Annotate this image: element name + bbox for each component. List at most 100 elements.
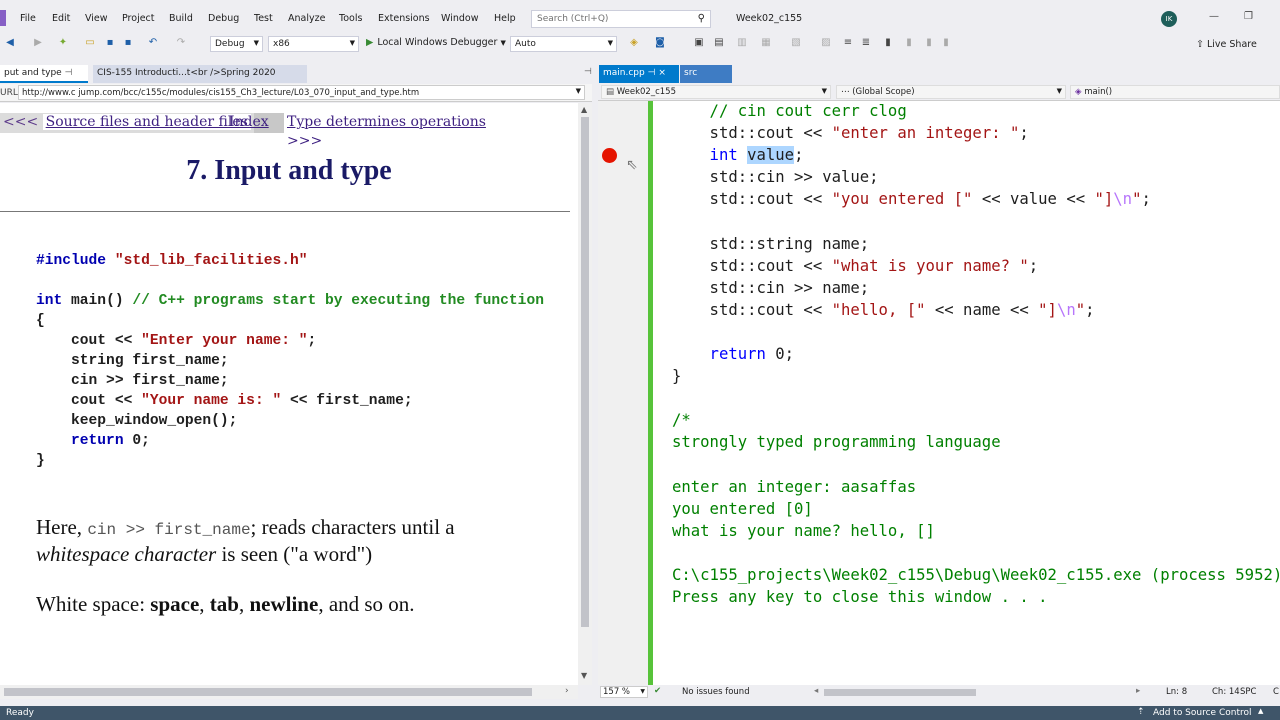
code-text: ; — [1085, 301, 1095, 319]
nav-index-link[interactable]: Index — [229, 113, 269, 133]
menu-test[interactable]: Test — [254, 13, 273, 24]
screenshot-icon[interactable]: ◙ — [654, 37, 666, 49]
scroll-right-icon[interactable]: › — [565, 686, 569, 696]
menu-analyze[interactable]: Analyze — [288, 13, 325, 24]
comment-icon[interactable]: ≡ — [842, 37, 854, 49]
new-project-icon[interactable]: ✦ — [57, 37, 69, 49]
open-folder-icon[interactable]: ▭ — [84, 37, 96, 49]
code-line: std::cout << "hello, [" << name << "]\n"… — [672, 301, 1095, 319]
scroll-thumb[interactable] — [4, 688, 532, 696]
scroll-up-icon[interactable]: ▲ — [581, 105, 587, 114]
search-box[interactable]: Search (Ctrl+Q) ⚲ — [531, 10, 711, 28]
editor-horizontal-scroll-thumb[interactable] — [824, 689, 976, 696]
disabled-tool-icon[interactable]: ▧ — [790, 37, 802, 49]
menu-project[interactable]: Project — [122, 13, 155, 24]
menu-help[interactable]: Help — [494, 13, 516, 24]
menu-edit[interactable]: Edit — [52, 13, 70, 24]
menu-view[interactable]: View — [85, 13, 108, 24]
issues-indicator[interactable]: No issues found — [682, 687, 750, 697]
close-icon[interactable]: × — [658, 68, 666, 78]
redo-icon[interactable]: ↷ — [175, 37, 187, 49]
menu-tools[interactable]: Tools — [339, 13, 362, 24]
code-text: cout << — [36, 333, 142, 349]
code-line: return 0; — [672, 345, 795, 363]
bookmark-clear-icon[interactable]: ▮ — [940, 37, 952, 49]
project-dropdown[interactable]: ▤ Week02_c155 ▼ — [601, 85, 831, 99]
back-icon[interactable]: ◀ — [4, 37, 16, 49]
menu-extensions[interactable]: Extensions — [378, 13, 430, 24]
tab-input-and-type[interactable]: put and type ⊣ — [0, 65, 88, 83]
scope-dropdown[interactable]: ⋯ (Global Scope) ▼ — [836, 85, 1066, 99]
menu-build[interactable]: Build — [169, 13, 193, 24]
undo-icon[interactable]: ↶ — [147, 37, 159, 49]
code-text: << first_name; — [281, 393, 413, 409]
save-all-icon[interactable]: ▪ — [122, 37, 134, 49]
whitespace-mode[interactable]: SPC — [1240, 687, 1256, 697]
breakpoint-icon[interactable] — [602, 148, 617, 163]
pin-icon[interactable]: ⊣ — [648, 68, 656, 78]
code-string: "] — [1038, 301, 1057, 319]
zoom-value: 157 % — [603, 687, 631, 697]
disabled-tool-icon[interactable]: ▦ — [760, 37, 772, 49]
tab-label: src — [684, 68, 698, 78]
disabled-tool-icon[interactable]: ▥ — [736, 37, 748, 49]
run-debugger-button[interactable]: ▶ Local Windows Debugger ▼ — [366, 37, 506, 48]
avatar[interactable]: IK — [1161, 11, 1177, 27]
prose-line: whitespace character is seen ("a word") — [36, 542, 372, 567]
run-mode-dropdown[interactable]: Auto ▼ — [510, 36, 617, 52]
pin-icon[interactable]: ⊣ — [584, 67, 592, 77]
bookmark-icon[interactable]: ▮ — [882, 37, 894, 49]
scroll-thumb[interactable] — [581, 117, 589, 627]
minimize-icon[interactable]: — — [1209, 11, 1219, 22]
code-text: std::cout << — [672, 124, 832, 142]
save-icon[interactable]: ▪ — [104, 37, 116, 49]
code-line: std::cout << "enter an integer: "; — [672, 124, 1029, 142]
url-input[interactable]: http://www.c jump.com/bcc/c155c/modules/… — [18, 85, 585, 100]
pin-icon[interactable]: ⊣ — [65, 68, 73, 78]
tab-cis155-intro[interactable]: CIS-155 Introducti...t<br />Spring 2020 — [93, 65, 307, 83]
code-line: } — [36, 453, 45, 469]
code-escape: \n — [1056, 301, 1076, 319]
menu-window[interactable]: Window — [441, 13, 478, 24]
browser-icon[interactable]: ◈ — [628, 37, 640, 49]
prose-text: Here, — [36, 515, 88, 539]
nav-prev-link[interactable]: <<< Source files and header files — [0, 113, 254, 133]
glyph-margin[interactable] — [598, 101, 648, 685]
code-text: ; — [1028, 257, 1039, 275]
prose-bold: tab — [209, 592, 239, 616]
code-comment-line: C:\c155_projects\Week02_c155\Debug\Week0… — [672, 566, 1280, 584]
nav-next-link[interactable]: Type determines operations >>> — [284, 113, 494, 149]
uncomment-icon[interactable]: ≣ — [860, 37, 872, 49]
selected-text[interactable]: value — [747, 146, 795, 164]
scroll-down-icon[interactable]: ▼ — [581, 671, 587, 680]
menu-debug[interactable]: Debug — [208, 13, 239, 24]
menu-file[interactable]: File — [20, 13, 36, 24]
zoom-dropdown[interactable]: 157 % ▼ — [600, 686, 648, 698]
disabled-tool-icon[interactable]: ▨ — [820, 37, 832, 49]
code-keyword: return — [672, 345, 766, 363]
solution-icon[interactable]: ▤ — [713, 37, 725, 49]
maximize-icon[interactable]: ❐ — [1244, 11, 1253, 22]
live-share-button[interactable]: ⇧ Live Share — [1196, 39, 1257, 50]
code-text: main() — [62, 293, 133, 309]
bookmark-prev-icon[interactable]: ▮ — [903, 37, 915, 49]
tab-label: put and type — [4, 68, 62, 78]
visual-studio-logo-icon[interactable] — [0, 10, 6, 26]
scroll-right-icon[interactable]: ▸ — [1136, 686, 1140, 696]
left-horizontal-scrollbar[interactable]: › — [0, 685, 578, 699]
tab-src[interactable]: src — [680, 65, 732, 83]
member-dropdown[interactable]: ◈ main() — [1070, 85, 1280, 99]
toolbox-icon[interactable]: ▣ — [693, 37, 705, 49]
live-share-icon: ⇧ — [1196, 39, 1207, 50]
code-text: ; — [1141, 190, 1151, 208]
line-ending-mode[interactable]: C — [1273, 687, 1279, 697]
tab-main-cpp[interactable]: main.cpp ⊣ × — [599, 65, 679, 83]
forward-icon[interactable]: ▶ — [32, 37, 44, 49]
scroll-left-icon[interactable]: ◂ — [814, 686, 818, 696]
platform-dropdown[interactable]: x86 ▼ — [268, 36, 359, 52]
configuration-dropdown[interactable]: Debug ▼ — [210, 36, 263, 52]
left-vertical-scrollbar[interactable]: ▲ ▼ — [578, 103, 592, 685]
bookmark-next-icon[interactable]: ▮ — [923, 37, 935, 49]
chevron-up-icon[interactable]: ▲ — [1258, 707, 1263, 715]
source-control-button[interactable]: Add to Source Control — [1153, 708, 1252, 718]
